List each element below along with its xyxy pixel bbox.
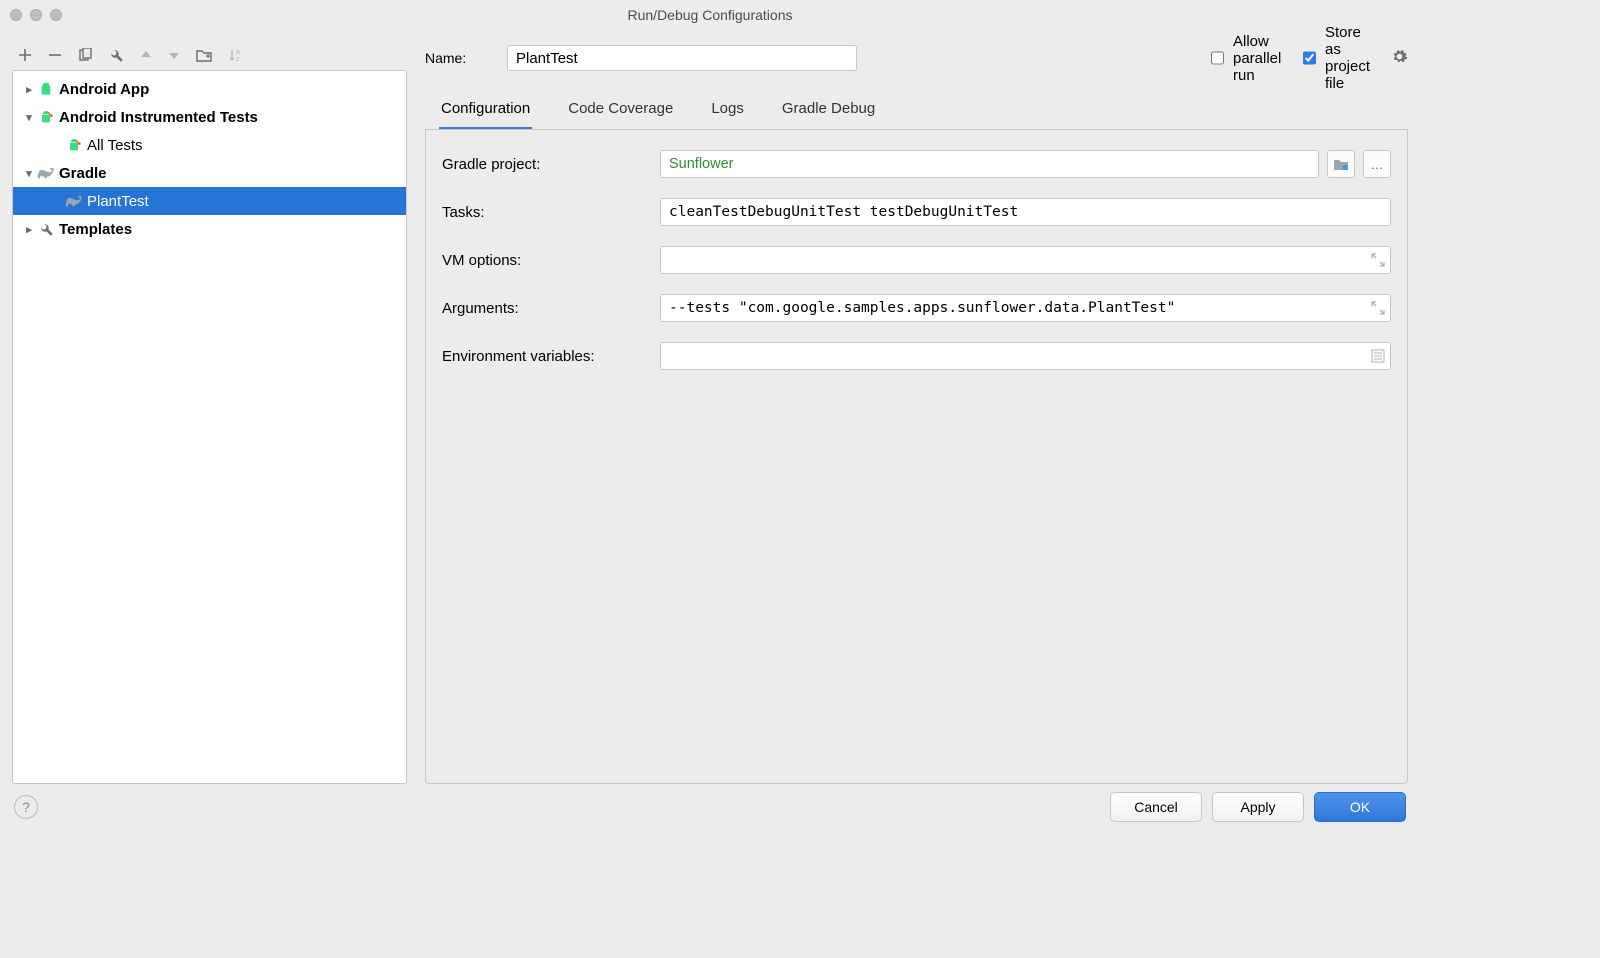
- tree-item[interactable]: ▾ Gradle: [13, 159, 406, 187]
- list-icon[interactable]: [1371, 349, 1385, 363]
- disclosure-icon[interactable]: ▸: [21, 83, 37, 96]
- svg-text:z: z: [236, 56, 240, 63]
- tasks-input[interactable]: [660, 198, 1391, 226]
- allow-parallel-input[interactable]: [1211, 50, 1224, 66]
- field-env-vars: Environment variables:: [442, 342, 1391, 370]
- apply-button[interactable]: Apply: [1212, 792, 1304, 822]
- store-as-project-checkbox[interactable]: Store as project file: [1299, 24, 1361, 92]
- tab-bar: Configuration Code Coverage Logs Gradle Deb…: [425, 94, 1408, 130]
- env-vars-label: Environment variables:: [442, 348, 660, 365]
- folder-add-icon[interactable]: [196, 48, 212, 62]
- add-icon[interactable]: [18, 48, 32, 62]
- vm-options-label: VM options:: [442, 252, 660, 269]
- cancel-button[interactable]: Cancel: [1110, 792, 1202, 822]
- gradle-icon: [65, 192, 83, 210]
- field-vm-options: VM options:: [442, 246, 1391, 274]
- svg-text:a: a: [236, 49, 240, 56]
- field-tasks: Tasks:: [442, 198, 1391, 226]
- name-label: Name:: [425, 50, 487, 66]
- expand-icon[interactable]: [1371, 253, 1385, 267]
- tab-code-coverage[interactable]: Code Coverage: [566, 94, 675, 130]
- dialog-window: Run/Debug Configurations az ▸ Android App…: [0, 0, 1420, 840]
- allow-parallel-checkbox[interactable]: Allow parallel run: [1207, 33, 1269, 84]
- field-arguments: Arguments:: [442, 294, 1391, 322]
- android-test-icon: [65, 136, 83, 154]
- tree-item[interactable]: ▾ Android Instrumented Tests: [13, 103, 406, 131]
- tree-item-label: Templates: [59, 221, 132, 238]
- right-panel: Name: Allow parallel run Store as projec…: [425, 40, 1408, 784]
- gradle-project-input[interactable]: [660, 150, 1319, 178]
- window-title: Run/Debug Configurations: [0, 7, 1420, 23]
- tree-item[interactable]: All Tests: [13, 131, 406, 159]
- help-button[interactable]: ?: [14, 795, 38, 819]
- ok-button[interactable]: OK: [1314, 792, 1406, 822]
- tab-configuration[interactable]: Configuration: [439, 94, 532, 130]
- store-as-project-input[interactable]: [1303, 50, 1316, 66]
- android-test-icon: [37, 108, 55, 126]
- gradle-project-label: Gradle project:: [442, 156, 660, 173]
- expand-icon[interactable]: [1371, 301, 1385, 315]
- arguments-label: Arguments:: [442, 300, 660, 317]
- wrench-icon: [37, 220, 55, 238]
- disclosure-icon[interactable]: ▾: [21, 111, 37, 124]
- minimize-dot-icon[interactable]: [30, 9, 42, 21]
- field-gradle-project: Gradle project: …: [442, 150, 1391, 178]
- tree-item-label: Android App: [59, 81, 149, 98]
- window-controls: [10, 9, 62, 21]
- gradle-icon: [37, 164, 55, 182]
- tree-item[interactable]: ▸ Templates: [13, 215, 406, 243]
- left-panel: az ▸ Android App ▾ Android Instrumented Tes…: [12, 40, 407, 784]
- tree-item-label: Gradle: [59, 165, 107, 182]
- tasks-label: Tasks:: [442, 204, 660, 221]
- titlebar: Run/Debug Configurations: [0, 0, 1420, 30]
- tree-toolbar: az: [12, 40, 407, 70]
- store-as-project-label: Store as project file: [1325, 24, 1370, 92]
- dialog-footer: ? Cancel Apply OK: [0, 784, 1420, 840]
- browse-button[interactable]: …: [1363, 150, 1391, 178]
- env-vars-input[interactable]: [660, 342, 1391, 370]
- tree-item[interactable]: ▸ Android App: [13, 75, 406, 103]
- android-icon: [37, 80, 55, 98]
- close-dot-icon[interactable]: [10, 9, 22, 21]
- name-input[interactable]: [507, 45, 857, 71]
- tree-item-label: PlantTest: [87, 193, 149, 210]
- move-down-icon[interactable]: [168, 49, 180, 61]
- tree-item[interactable]: PlantTest: [13, 187, 406, 215]
- zoom-dot-icon[interactable]: [50, 9, 62, 21]
- tab-gradle-debug[interactable]: Gradle Debug: [780, 94, 877, 130]
- remove-icon[interactable]: [48, 48, 62, 62]
- dialog-body: az ▸ Android App ▾ Android Instrumented Tes…: [0, 30, 1420, 784]
- move-up-icon[interactable]: [140, 49, 152, 61]
- allow-parallel-label: Allow parallel run: [1233, 33, 1281, 84]
- sort-icon[interactable]: az: [228, 47, 244, 63]
- copy-icon[interactable]: [78, 48, 93, 63]
- config-tree[interactable]: ▸ Android App ▾ Android Instrumented Tests A…: [12, 70, 407, 784]
- registered-project-button[interactable]: [1327, 150, 1355, 178]
- name-row: Name: Allow parallel run Store as projec…: [425, 40, 1408, 76]
- arguments-input[interactable]: [660, 294, 1391, 322]
- gear-icon[interactable]: [1391, 48, 1408, 68]
- disclosure-icon[interactable]: ▾: [21, 167, 37, 180]
- vm-options-input[interactable]: [660, 246, 1391, 274]
- disclosure-icon[interactable]: ▸: [21, 223, 37, 236]
- tree-item-label: All Tests: [87, 137, 143, 154]
- configuration-panel: Gradle project: … Tasks:: [425, 129, 1408, 784]
- wrench-icon[interactable]: [109, 48, 124, 63]
- tab-logs[interactable]: Logs: [709, 94, 746, 130]
- tree-item-label: Android Instrumented Tests: [59, 109, 258, 126]
